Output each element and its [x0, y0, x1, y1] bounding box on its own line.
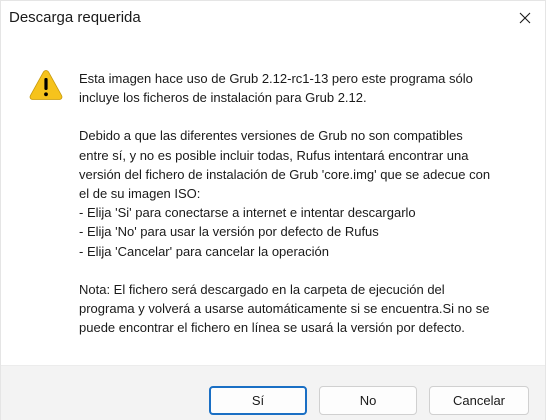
message-line: Debido a que las diferentes versiones de… [79, 128, 463, 144]
close-button[interactable] [505, 1, 545, 35]
yes-button[interactable]: Sí [209, 386, 307, 415]
message-line: puede encontrar el fichero en línea se u… [79, 320, 465, 336]
message-line: Nota: El fichero será descargado en la c… [79, 281, 445, 297]
button-bar: Sí No Cancelar [1, 365, 545, 420]
message-line: - Elija 'Si' para conectarse a internet … [79, 205, 416, 221]
message-line: incluye los ficheros de instalación para… [79, 90, 367, 106]
no-button[interactable]: No [319, 386, 417, 415]
message-line: el de su imagen ISO: [79, 186, 201, 202]
message-line: versión del fichero de instalación de Gr… [79, 166, 491, 182]
message-line: entre sí, y no es posible incluir todas,… [79, 147, 469, 163]
message-line: programa y volverá a usarse automáticame… [79, 301, 490, 317]
close-icon [519, 12, 531, 24]
dialog-content: Esta imagen hace uso de Grub 2.12-rc1-13… [1, 35, 545, 365]
message-line: - Elija 'Cancelar' para cancelar la oper… [79, 243, 329, 259]
warning-icon [29, 70, 63, 100]
title-bar: Descarga requerida [1, 1, 545, 35]
cancel-button[interactable]: Cancelar [429, 386, 529, 415]
message-line: Esta imagen hace uso de Grub 2.12-rc1-13… [79, 71, 473, 86]
download-required-dialog: Descarga requerida Esta imagen hace uso … [0, 0, 546, 420]
dialog-title: Descarga requerida [9, 9, 141, 26]
dialog-message: Esta imagen hace uso de Grub 2.12-rc1-13… [79, 69, 529, 337]
message-line: - Elija 'No' para usar la versión por de… [79, 224, 379, 240]
